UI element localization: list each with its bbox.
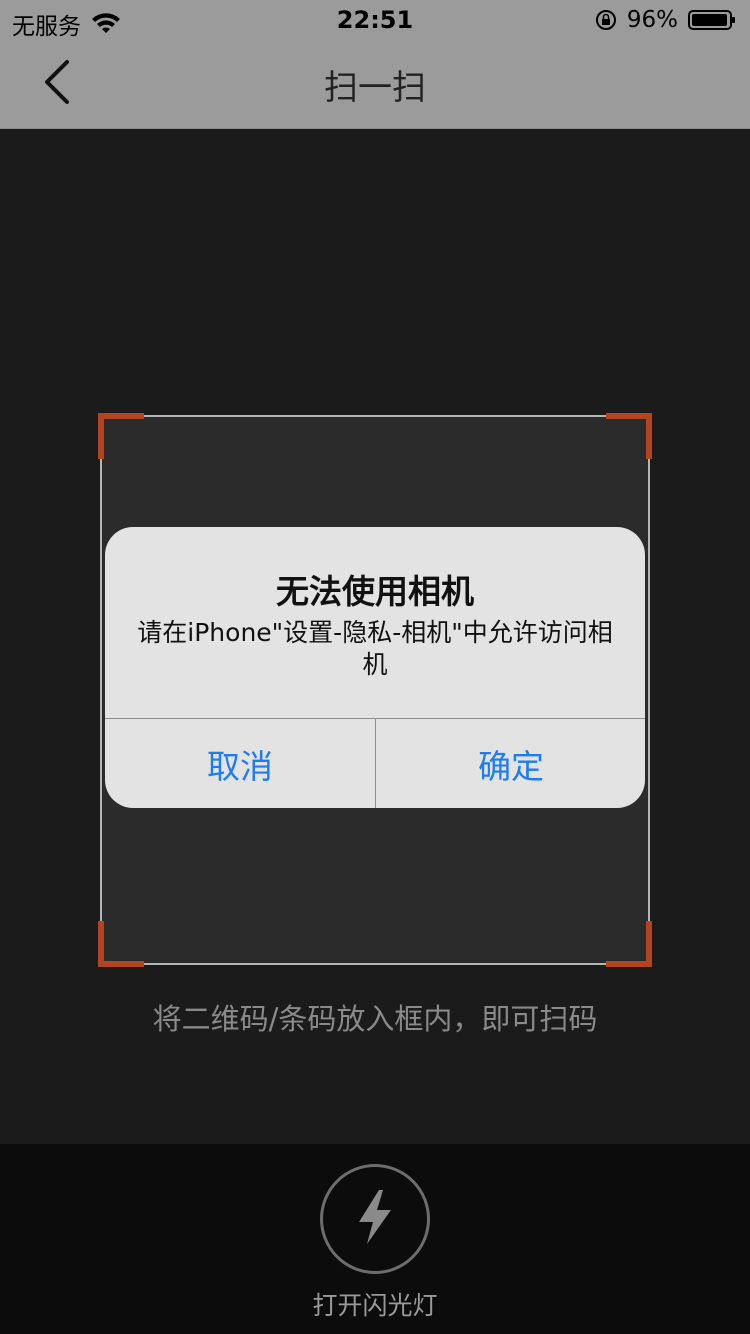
scan-screen: 无服务 22:51 96% 扫一扫 将二维码/条码放入框内，即可扫码 无法使用相… bbox=[0, 0, 750, 1334]
scan-corner-bottom-right bbox=[606, 921, 652, 967]
nav-bar: 扫一扫 bbox=[0, 40, 750, 129]
status-right-group: 96% bbox=[595, 7, 736, 33]
battery-icon bbox=[688, 9, 736, 31]
lock-rotation-icon bbox=[595, 9, 617, 31]
flash-button[interactable] bbox=[320, 1164, 430, 1274]
cancel-button[interactable]: 取消 bbox=[105, 719, 375, 808]
battery-percent: 96% bbox=[626, 7, 678, 33]
scan-corner-top-right bbox=[606, 413, 652, 459]
alert-message: 请在iPhone"设置-隐私-相机"中允许访问相机 bbox=[137, 618, 613, 679]
alert-title: 无法使用相机 bbox=[276, 572, 474, 611]
scan-hint: 将二维码/条码放入框内，即可扫码 bbox=[152, 1002, 598, 1036]
scan-corner-bottom-left bbox=[98, 921, 144, 967]
bottom-bar: 打开闪光灯 bbox=[0, 1144, 750, 1334]
scan-corner-top-left bbox=[98, 413, 144, 459]
camera-permission-alert: 无法使用相机 请在iPhone"设置-隐私-相机"中允许访问相机 取消 确定 bbox=[105, 527, 645, 808]
lightning-icon bbox=[353, 1188, 397, 1250]
status-bar: 无服务 22:51 96% bbox=[0, 0, 750, 40]
confirm-button[interactable]: 确定 bbox=[376, 719, 645, 808]
flash-label: 打开闪光灯 bbox=[312, 1291, 438, 1320]
page-title: 扫一扫 bbox=[324, 68, 426, 108]
